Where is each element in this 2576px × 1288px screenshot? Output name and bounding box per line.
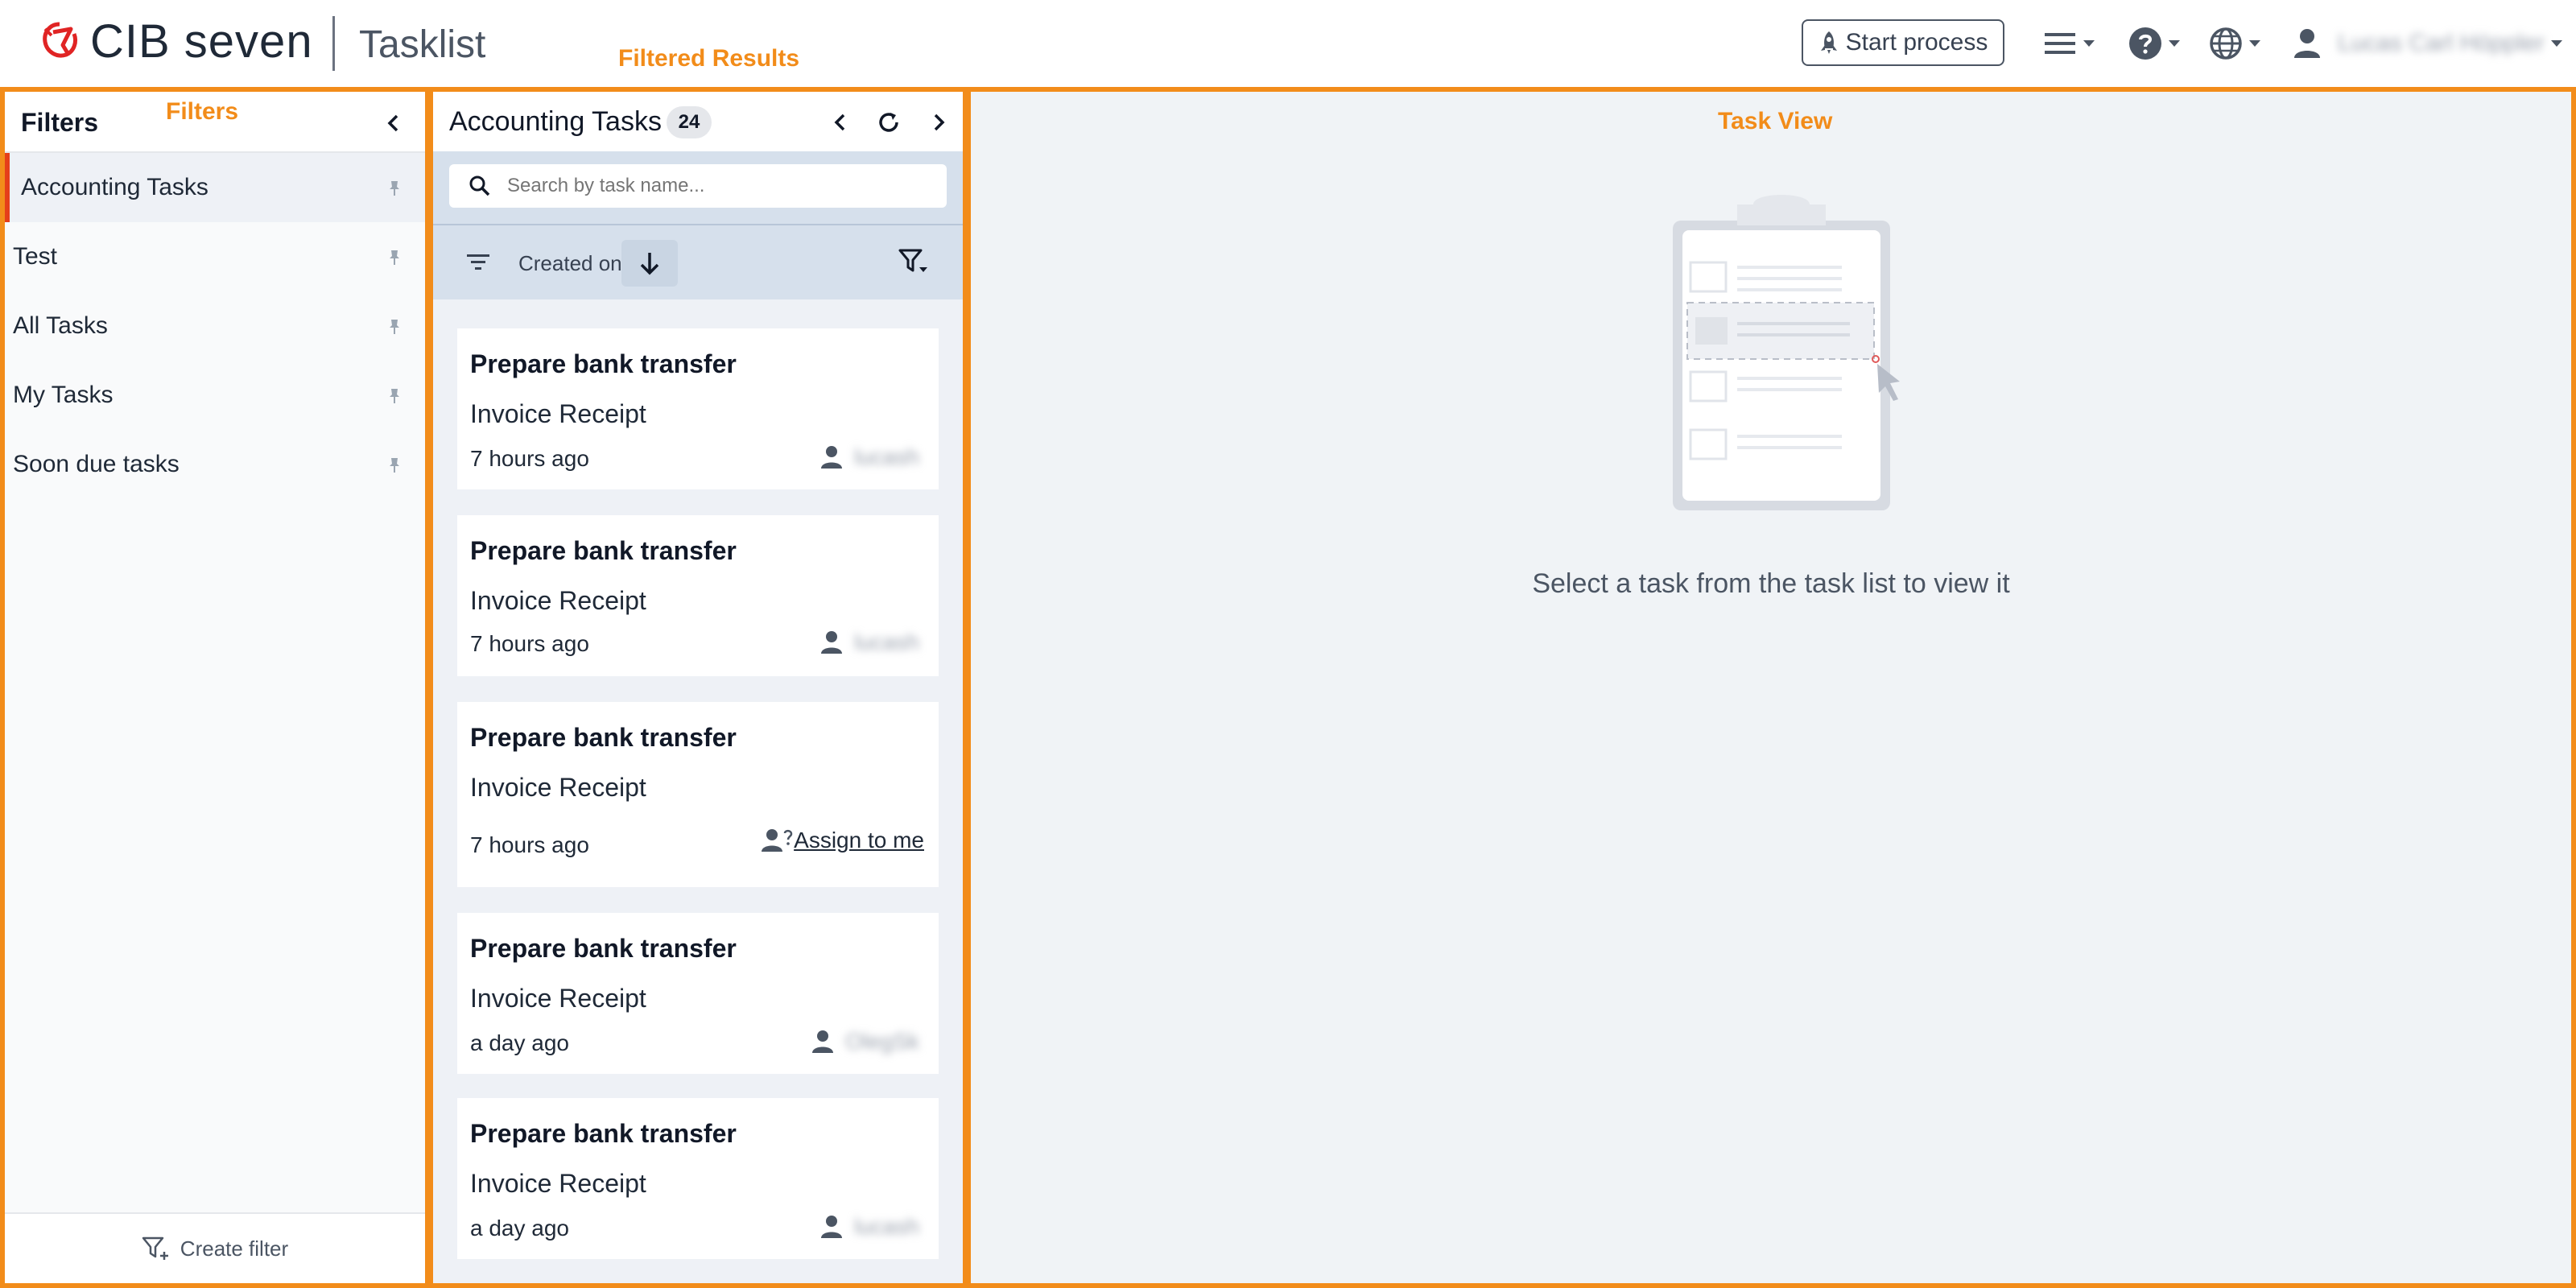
menu-icon xyxy=(2045,33,2075,54)
filters-highlight-frame xyxy=(0,87,430,1288)
brand-name: CIB seven xyxy=(90,15,313,68)
globe-icon xyxy=(2210,27,2242,60)
filtered-results-annotation: Filtered Results xyxy=(618,45,800,72)
chevron-down-icon xyxy=(2249,40,2260,47)
user-dropdown[interactable]: Lucas Carl Höppler xyxy=(2293,23,2562,64)
app-title: Tasklist xyxy=(359,23,486,66)
menu-dropdown[interactable] xyxy=(2045,23,2095,64)
results-highlight-frame xyxy=(428,87,968,1288)
cib-seven-logo-icon[interactable] xyxy=(39,21,80,63)
user-icon xyxy=(2294,29,2320,58)
chevron-down-icon xyxy=(2550,40,2562,47)
language-dropdown[interactable] xyxy=(2209,23,2260,64)
start-process-button[interactable]: Start process xyxy=(1802,19,2004,66)
start-process-label: Start process xyxy=(1845,29,1988,56)
user-name: Lucas Carl Höppler xyxy=(2338,30,2545,56)
top-navbar: CIB seven Tasklist Filtered Results Star… xyxy=(0,0,2576,87)
rocket-icon xyxy=(1820,31,1837,54)
chevron-down-icon xyxy=(2169,40,2180,47)
brand-divider xyxy=(332,16,335,71)
help-icon xyxy=(2129,27,2161,60)
chevron-down-icon xyxy=(2083,40,2095,47)
task-view-highlight-frame xyxy=(966,87,2576,1288)
help-dropdown[interactable] xyxy=(2128,23,2180,64)
